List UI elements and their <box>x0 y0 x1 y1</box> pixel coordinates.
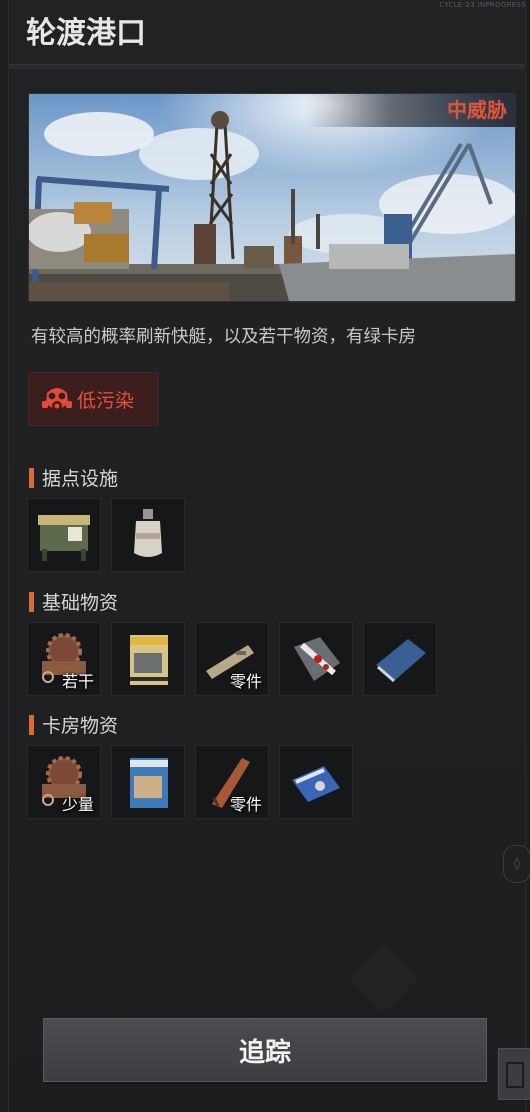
track-button[interactable]: 追踪 <box>43 1018 487 1082</box>
item-slot-scrap-gears[interactable]: 若干 <box>27 622 101 696</box>
map-side-tab[interactable] <box>498 1048 530 1100</box>
item-slot-confidential-document[interactable] <box>111 622 185 696</box>
section-title-text: 卡房物资 <box>42 715 119 737</box>
secret-document-icon <box>130 758 168 808</box>
threat-level-badge: 中威胁 <box>305 94 515 127</box>
scroll-handle[interactable]: ◊ <box>503 845 530 883</box>
section-basic-supplies-title: 基础物资 <box>29 588 118 615</box>
gas-canister-icon <box>134 509 162 557</box>
gas-mask-icon <box>42 388 72 411</box>
item-quantity: 零件 <box>229 672 262 691</box>
confidential-document-icon <box>130 635 168 685</box>
pollution-badge: 低污染 <box>28 372 158 426</box>
section-title-text: 据点设施 <box>42 468 119 490</box>
item-quantity: 若干 <box>61 672 94 691</box>
item-quantity: 少量 <box>61 795 94 814</box>
item-slot-bloody-puzzle-map[interactable] <box>279 622 353 696</box>
section-keycard-room-title: 卡房物资 <box>29 711 118 738</box>
title-divider <box>8 64 524 69</box>
section-title-text: 基础物资 <box>42 592 119 614</box>
item-slot-blue-keycard[interactable] <box>279 745 353 819</box>
threat-level-label: 中威胁 <box>447 98 507 122</box>
item-slot-scrap-gears[interactable]: 少量 <box>27 745 101 819</box>
section-accent-bar <box>29 714 34 735</box>
location-image: 中威胁 <box>28 93 516 302</box>
item-slot-blue-book[interactable] <box>363 622 437 696</box>
item-slot-gas-canister[interactable] <box>111 498 185 572</box>
supply-crate-icon <box>38 515 90 561</box>
item-slot-wooden-handle-part[interactable]: 零件 <box>195 745 269 819</box>
facilities-list <box>27 498 185 572</box>
section-accent-bar <box>29 467 34 488</box>
item-slot-secret-document[interactable] <box>111 745 185 819</box>
keycard-room-list: 少量 零件 <box>27 745 353 819</box>
location-description: 有较高的概率刷新快艇，以及若干物资，有绿卡房 <box>31 327 416 347</box>
basic-supplies-list: 若干 零件 <box>27 622 437 696</box>
item-slot-weapon-part[interactable]: 零件 <box>195 622 269 696</box>
blue-keycard-icon <box>292 766 340 802</box>
blue-book-icon <box>376 639 426 683</box>
pollution-label: 低污染 <box>77 389 135 412</box>
page-title: 轮渡港口 <box>26 16 146 51</box>
item-slot-supply-crate[interactable] <box>27 498 101 572</box>
bloody-puzzle-map-icon <box>294 637 340 681</box>
section-facilities-title: 据点设施 <box>29 464 118 491</box>
map-icon <box>506 1062 524 1088</box>
section-accent-bar <box>29 591 34 612</box>
item-quantity: 零件 <box>229 795 262 814</box>
version-tag: CYCLE-23 INPROGRESS <box>439 1 526 9</box>
